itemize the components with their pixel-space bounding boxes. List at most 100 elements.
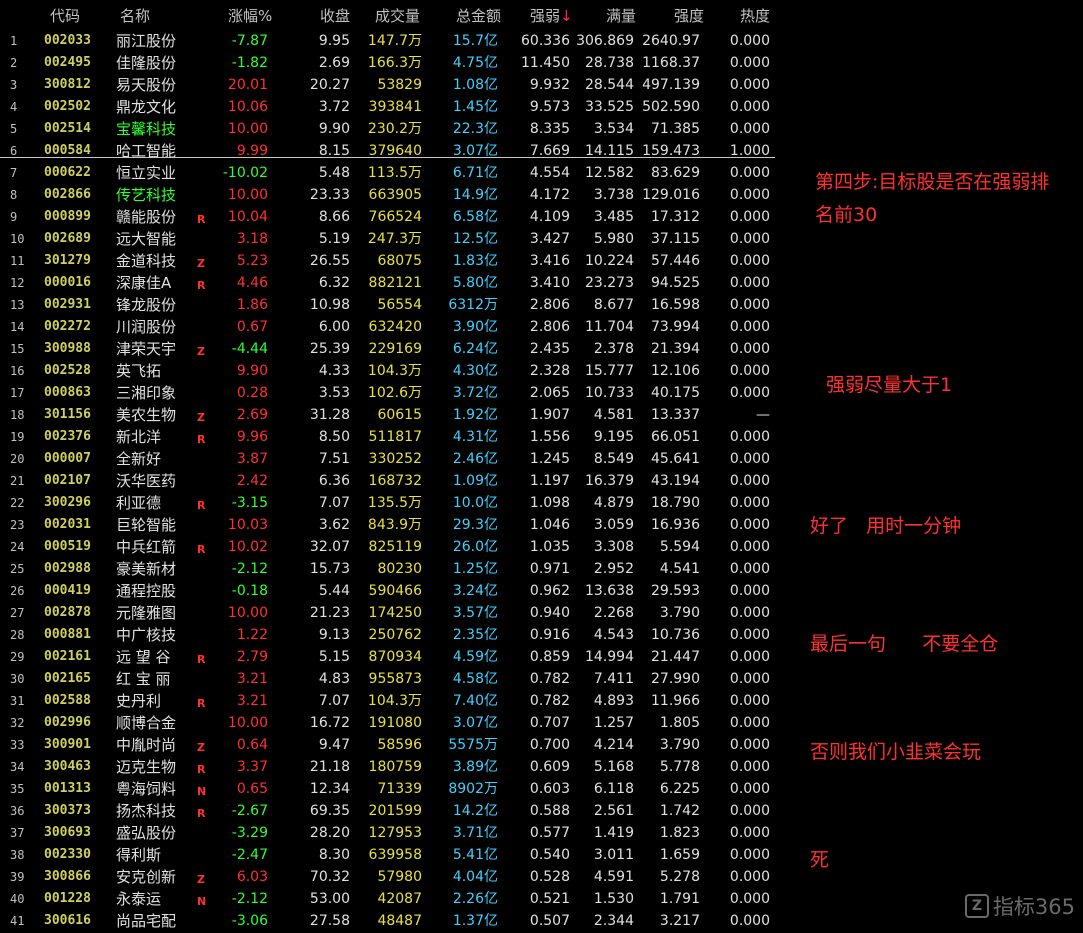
table-row[interactable]: 38 002330 得利斯 -2.47 8.30 639958 5.41亿 0.540 3.01… xyxy=(0,844,780,866)
cell-close: 23.33 xyxy=(309,187,350,203)
cell-full: 6.118 xyxy=(593,781,634,797)
table-row[interactable]: 2 002495 佳隆股份 -1.82 2.69 166.3万 4.75亿 11.450 28.… xyxy=(0,52,780,74)
cell-chg: 9.90 xyxy=(236,363,268,379)
header-amount[interactable]: 总金额 xyxy=(456,5,501,26)
cell-vol: 639958 xyxy=(368,847,422,863)
table-row[interactable]: 5 002514 宝馨科技 10.00 9.90 230.2万 22.3亿 8.335 3.53… xyxy=(0,118,780,140)
cell-code: 002588 xyxy=(44,693,91,708)
header-qiangruo[interactable]: 强弱↓ xyxy=(530,5,573,26)
table-row[interactable]: 24 000519 中兵红箭 R 10.02 32.07 825119 26.0亿 1.035 3… xyxy=(0,536,780,558)
table-row[interactable]: 1 002033 丽江股份 -7.87 9.95 147.7万 15.7亿 60.336 306… xyxy=(0,30,780,52)
cell-code: 000899 xyxy=(44,209,91,224)
cell-heat: 0.000 xyxy=(729,825,770,841)
table-row[interactable]: 18 301156 美农生物 Z 2.69 31.28 60615 1.92亿 1.907 4.5… xyxy=(0,404,780,426)
header-change[interactable]: 涨幅% xyxy=(228,5,272,26)
table-row[interactable]: 6 000584 哈工智能 9.99 8.15 379640 3.07亿 7.669 14.11… xyxy=(0,140,780,162)
table-row[interactable]: 33 300901 中胤时尚 Z 0.64 9.47 58596 5575万 0.700 4.21… xyxy=(0,734,780,756)
table-row[interactable]: 8 002866 传艺科技 10.00 23.33 663905 14.9亿 4.172 3.7… xyxy=(0,184,780,206)
cell-str: 40.175 xyxy=(651,385,700,401)
table-row[interactable]: 4 002502 鼎龙文化 10.06 3.72 393841 1.45亿 9.573 33.5… xyxy=(0,96,780,118)
header-close[interactable]: 收盘 xyxy=(320,5,350,26)
cell-idx: 19 xyxy=(10,430,25,444)
cell-heat: 0.000 xyxy=(729,583,770,599)
table-row[interactable]: 17 000863 三湘印象 0.28 3.53 102.6万 3.72亿 2.065 10.7… xyxy=(0,382,780,404)
cell-str: 43.194 xyxy=(651,473,700,489)
table-row[interactable]: 41 300616 尚品宅配 -3.06 27.58 48487 1.37亿 0.507 2.3… xyxy=(0,910,780,932)
table-row[interactable]: 40 001228 永泰运 N -2.12 53.00 42087 2.26亿 0.521 1.5… xyxy=(0,888,780,910)
table-row[interactable]: 13 002931 锋龙股份 1.86 10.98 56554 6312万 2.806 8.67… xyxy=(0,294,780,316)
table-row[interactable]: 25 002988 豪美新材 -2.12 15.73 80230 1.25亿 0.971 2.9… xyxy=(0,558,780,580)
cell-heat: 0.000 xyxy=(729,693,770,709)
header-name[interactable]: 名称 xyxy=(120,5,150,26)
table-row[interactable]: 3 300812 易天股份 20.01 20.27 53829 1.08亿 9.932 28.5… xyxy=(0,74,780,96)
header-strength[interactable]: 强度 xyxy=(674,5,704,26)
header-full[interactable]: 满量 xyxy=(606,5,636,26)
cell-full: 13.638 xyxy=(585,583,634,599)
cell-full: 4.893 xyxy=(593,693,634,709)
cell-qr: 2.435 xyxy=(529,341,570,357)
cell-chg: -0.18 xyxy=(231,583,268,599)
cell-vol: 42087 xyxy=(377,891,422,907)
cell-heat: 0.000 xyxy=(729,913,770,929)
table-row[interactable]: 27 002878 元隆雅图 10.00 21.23 174250 3.57亿 0.940 2.… xyxy=(0,602,780,624)
cell-chg: 20.01 xyxy=(227,77,268,93)
table-row[interactable]: 12 000016 深康佳A R 4.46 6.32 882121 5.80亿 3.410 23.… xyxy=(0,272,780,294)
cell-chg: -3.15 xyxy=(231,495,268,511)
cell-heat: 0.000 xyxy=(729,869,770,885)
cell-qr: 0.700 xyxy=(529,737,570,753)
table-row[interactable]: 7 000622 恒立实业 -10.02 5.48 113.5万 6.71亿 4.554 12.… xyxy=(0,162,780,184)
table-row[interactable]: 30 002165 红 宝 丽 3.21 4.83 955873 4.58亿 0.782 7.4… xyxy=(0,668,780,690)
table-row[interactable]: 14 002272 川润股份 0.67 6.00 632420 3.90亿 2.806 11.7… xyxy=(0,316,780,338)
cell-code: 002330 xyxy=(44,847,91,862)
table-row[interactable]: 28 000881 中广核技 1.22 9.13 250762 2.35亿 0.916 4.54… xyxy=(0,624,780,646)
cell-idx: 36 xyxy=(10,804,25,818)
table-row[interactable]: 37 300693 盛弘股份 -3.29 28.20 127953 3.71亿 0.577 1.… xyxy=(0,822,780,844)
table-row[interactable]: 32 002996 顺博合金 10.00 16.72 191080 3.07亿 0.707 1.… xyxy=(0,712,780,734)
cell-idx: 13 xyxy=(10,298,25,312)
table-header: 代码 名称 涨幅% 收盘 成交量 总金额 强弱↓ 满量 强度 热度 xyxy=(0,0,780,30)
cell-close: 28.20 xyxy=(309,825,350,841)
table-row[interactable]: 10 002689 远大智能 3.18 5.19 247.3万 12.5亿 3.427 5.98… xyxy=(0,228,780,250)
header-volume[interactable]: 成交量 xyxy=(375,5,420,26)
cell-str: 3.217 xyxy=(659,913,700,929)
header-code[interactable]: 代码 xyxy=(50,5,80,26)
table-row[interactable]: 34 300463 迈克生物 R 3.37 21.18 180759 3.89亿 0.609 5.… xyxy=(0,756,780,778)
cell-code: 002996 xyxy=(44,715,91,730)
table-row[interactable]: 21 002107 沃华医药 2.42 6.36 168732 1.09亿 1.197 16.3… xyxy=(0,470,780,492)
table-row[interactable]: 36 300373 扬杰科技 R -2.67 69.35 201599 14.2亿 0.588 2… xyxy=(0,800,780,822)
table-row[interactable]: 35 001313 粤海饲料 N 0.65 12.34 71339 8902万 0.603 6.1… xyxy=(0,778,780,800)
cell-tag: Z xyxy=(197,873,205,886)
cell-tag: R xyxy=(197,697,206,710)
cell-heat: 0.000 xyxy=(729,275,770,291)
table-row[interactable]: 15 300988 津荣天宇 Z -4.44 25.39 229169 6.24亿 2.435 2… xyxy=(0,338,780,360)
table-row[interactable]: 23 002031 巨轮智能 10.03 3.62 843.9万 29.3亿 1.046 3.0… xyxy=(0,514,780,536)
cell-chg: -7.87 xyxy=(231,33,268,49)
cell-vol: 250762 xyxy=(368,627,422,643)
cell-idx: 11 xyxy=(10,254,25,268)
cell-amt: 1.09亿 xyxy=(452,473,498,489)
table-row[interactable]: 26 000419 通程控股 -0.18 5.44 590466 3.24亿 0.962 13.… xyxy=(0,580,780,602)
cell-tag: Z xyxy=(197,741,205,754)
header-heat[interactable]: 热度 xyxy=(740,5,770,26)
cell-qr: 0.782 xyxy=(529,693,570,709)
cell-close: 4.83 xyxy=(318,671,350,687)
table-row[interactable]: 16 002528 英飞拓 9.90 4.33 104.3万 4.30亿 2.328 15.77… xyxy=(0,360,780,382)
table-row[interactable]: 19 002376 新北洋 R 9.96 8.50 511817 4.31亿 1.556 9.19… xyxy=(0,426,780,448)
table-row[interactable]: 20 000007 全新好 3.87 7.51 330252 2.46亿 1.245 8.549… xyxy=(0,448,780,470)
cell-heat: 0.000 xyxy=(729,671,770,687)
cell-close: 5.44 xyxy=(318,583,350,599)
cell-vol: 247.3万 xyxy=(367,231,422,247)
cell-str: 66.051 xyxy=(651,429,700,445)
cell-name: 尚品宅配 xyxy=(116,912,177,930)
cell-code: 002161 xyxy=(44,649,91,664)
table-row[interactable]: 22 300296 利亚德 R -3.15 7.07 135.5万 10.0亿 1.098 4.8… xyxy=(0,492,780,514)
table-row[interactable]: 11 301279 金道科技 Z 5.23 26.55 68075 1.83亿 3.416 10.… xyxy=(0,250,780,272)
cell-str: 2640.97 xyxy=(642,33,700,49)
cell-qr: 0.782 xyxy=(529,671,570,687)
cell-idx: 7 xyxy=(10,166,18,180)
cell-full: 306.869 xyxy=(576,33,634,49)
table-row[interactable]: 31 002588 史丹利 R 3.21 7.07 104.3万 7.40亿 0.782 4.89… xyxy=(0,690,780,712)
table-row[interactable]: 39 300866 安克创新 Z 6.03 70.32 57980 4.04亿 0.528 4.5… xyxy=(0,866,780,888)
table-row[interactable]: 9 000899 赣能股份 R 10.04 8.66 766524 6.58亿 4.109 3.4… xyxy=(0,206,780,228)
table-row[interactable]: 29 002161 远 望 谷 R 2.79 5.15 870934 4.59亿 0.859 14… xyxy=(0,646,780,668)
